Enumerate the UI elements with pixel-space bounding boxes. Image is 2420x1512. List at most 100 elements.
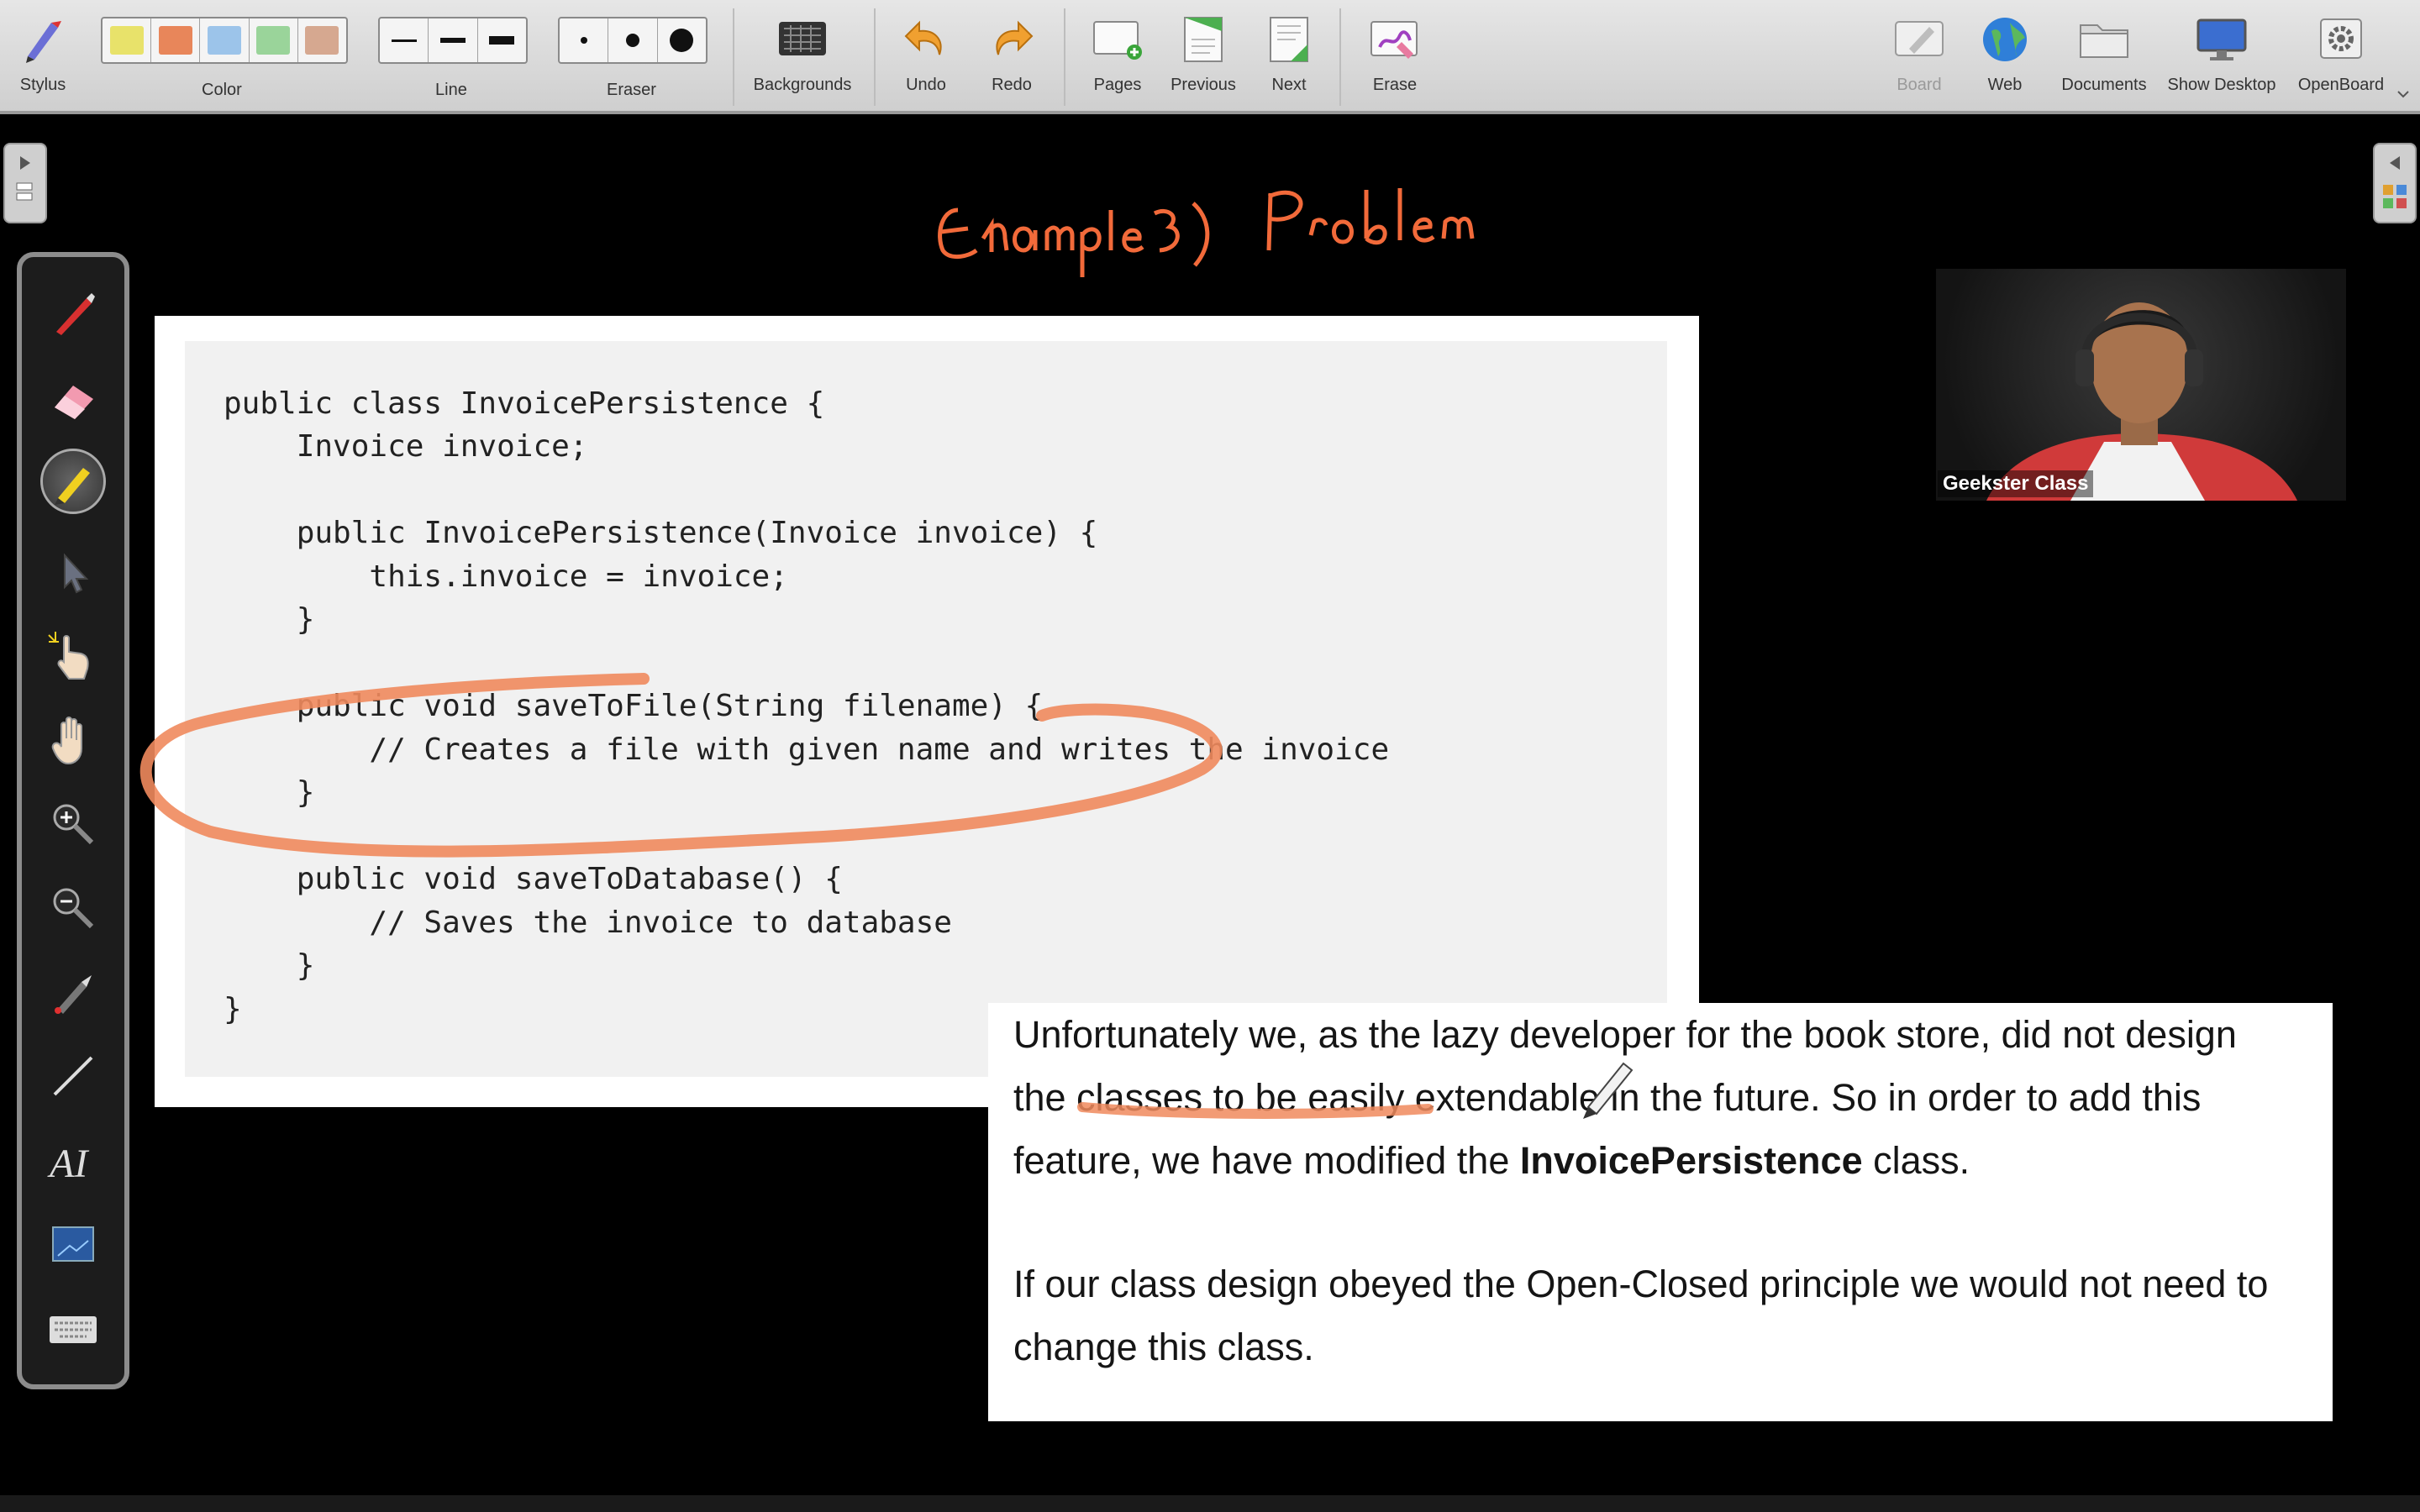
folder-icon — [2070, 8, 2138, 71]
interact-tool-button[interactable] — [40, 623, 106, 689]
zoom-in-icon — [53, 804, 94, 845]
highlighter-icon — [55, 468, 90, 505]
color-selector — [101, 17, 348, 64]
pen-tool-button[interactable] — [40, 281, 106, 346]
tool-palette: AI — [17, 252, 129, 1389]
highlighter-tool-button[interactable] — [40, 449, 106, 514]
code-line: public InvoicePersistence(Invoice invoic… — [224, 516, 1098, 550]
next-page-icon — [1255, 8, 1323, 71]
color-swatch-orange[interactable] — [151, 18, 201, 62]
eraser-label: Eraser — [607, 81, 656, 99]
line-thick-button[interactable] — [478, 18, 526, 62]
code-line: public void saveToDatabase() { — [224, 862, 843, 896]
pages-button[interactable]: Pages — [1084, 8, 1151, 106]
paragraph-line: If our class design obeyed the Open-Clos… — [1013, 1263, 2269, 1305]
eraser-small-button[interactable] — [560, 18, 609, 62]
line-tool-button[interactable] — [40, 1043, 106, 1109]
paragraph-line: change this class. — [1013, 1326, 1314, 1368]
show-desktop-button[interactable]: Show Desktop — [2160, 8, 2284, 106]
code-line: } — [224, 775, 315, 810]
erase-page-icon — [1361, 8, 1428, 71]
handwritten-title — [938, 188, 1475, 277]
color-swatch-yellow[interactable] — [103, 18, 152, 62]
top-toolbar: Stylus Color Line Eraser Backgrounds Und… — [0, 0, 2420, 114]
stylus-button[interactable]: Stylus — [8, 8, 77, 106]
color-swatch-tan[interactable] — [298, 18, 346, 62]
redo-button[interactable]: Redo — [978, 8, 1045, 106]
color-label: Color — [202, 81, 242, 99]
presenter-avatar — [1986, 302, 2297, 501]
zoom-out-icon — [53, 888, 94, 929]
gear-icon — [2307, 8, 2375, 71]
code-line: } — [224, 992, 242, 1026]
eraser-size-selector — [558, 17, 708, 64]
expand-left-icon — [2383, 156, 2407, 208]
right-panel-toggle[interactable] — [2373, 143, 2417, 223]
line-thin-button[interactable] — [380, 18, 429, 62]
board-button[interactable]: Board — [1886, 8, 1953, 106]
eraser-large-button[interactable] — [658, 18, 706, 62]
erase-page-button[interactable]: Erase — [1361, 8, 1428, 106]
code-line: public class InvoicePersistence { — [224, 386, 825, 421]
zoom-in-tool-button[interactable] — [40, 791, 106, 857]
keyboard-icon — [50, 1316, 97, 1343]
toolbar-divider — [1064, 8, 1065, 106]
zoom-out-tool-button[interactable] — [40, 875, 106, 941]
participant-name: Geekster Class — [1938, 470, 2094, 497]
color-swatch-green[interactable] — [250, 18, 298, 62]
line-label: Line — [435, 81, 467, 99]
backgrounds-icon — [769, 8, 836, 71]
code-line: } — [224, 602, 315, 637]
toolbar-divider — [1339, 8, 1341, 106]
toolbar-divider — [874, 8, 876, 106]
pen-icon — [56, 293, 95, 335]
paragraph-line: feature, we have modified the InvoicePer… — [1013, 1139, 1970, 1183]
selector-tool-button[interactable] — [40, 539, 106, 605]
expand-right-icon — [16, 156, 33, 201]
laser-pointer-icon — [55, 975, 92, 1014]
code-line: // Saves the invoice to database — [224, 906, 952, 940]
explanation-slide: Unfortunately we, as the lazy developer … — [988, 1003, 2333, 1421]
screen-capture-icon — [52, 1226, 94, 1262]
eraser-tool-button[interactable] — [40, 366, 106, 432]
code-line: public void saveToFile(String filename) … — [224, 689, 1044, 723]
eraser-medium-button[interactable] — [608, 18, 658, 62]
line-icon — [53, 1056, 93, 1096]
code-line: this.invoice = invoice; — [224, 559, 788, 594]
chevron-down-icon[interactable] — [2396, 87, 2410, 102]
code-block: public class InvoicePersistence { Invoic… — [185, 341, 1667, 1077]
pan-tool-button[interactable] — [40, 707, 106, 773]
capture-tool-button[interactable] — [40, 1213, 106, 1278]
undo-icon — [892, 8, 960, 71]
svg-text:AI: AI — [47, 1142, 89, 1185]
line-medium-button[interactable] — [429, 18, 478, 62]
documents-button[interactable]: Documents — [2054, 8, 2154, 106]
webcam-feed: Geekster Class — [1936, 269, 2346, 501]
laser-pointer-tool-button[interactable] — [40, 959, 106, 1025]
pages-icon — [1084, 8, 1151, 71]
left-panel-toggle[interactable] — [3, 143, 47, 223]
virtual-keyboard-button[interactable] — [40, 1297, 106, 1362]
code-slide: public class InvoicePersistence { Invoic… — [155, 316, 1699, 1107]
openboard-menu-button[interactable]: OpenBoard — [2292, 8, 2390, 106]
eraser-icon — [55, 386, 93, 419]
line-width-selector — [378, 17, 528, 64]
redo-icon — [978, 8, 1045, 71]
paragraph-line: Unfortunately we, as the lazy developer … — [1013, 1013, 2237, 1056]
text-icon: AI — [47, 1142, 89, 1185]
backgrounds-button[interactable]: Backgrounds — [746, 8, 859, 106]
monitor-icon — [2188, 8, 2255, 71]
next-page-button[interactable]: Next — [1255, 8, 1323, 106]
color-swatch-blue[interactable] — [200, 18, 250, 62]
previous-page-icon — [1170, 8, 1237, 71]
paragraph-text: feature, we have modified the — [1013, 1139, 1520, 1182]
text-tool-button[interactable]: AI — [40, 1127, 106, 1193]
previous-page-button[interactable]: Previous — [1168, 8, 1239, 106]
undo-button[interactable]: Undo — [892, 8, 960, 106]
web-button[interactable]: Web — [1971, 8, 2039, 106]
stylus-icon — [9, 8, 76, 71]
paragraph-line: the classes to be easily extendable in t… — [1013, 1076, 2202, 1119]
board-icon — [1886, 8, 1953, 71]
paragraph-text: class. — [1862, 1139, 1970, 1182]
class-name-emphasis: InvoicePersistence — [1519, 1139, 1863, 1182]
